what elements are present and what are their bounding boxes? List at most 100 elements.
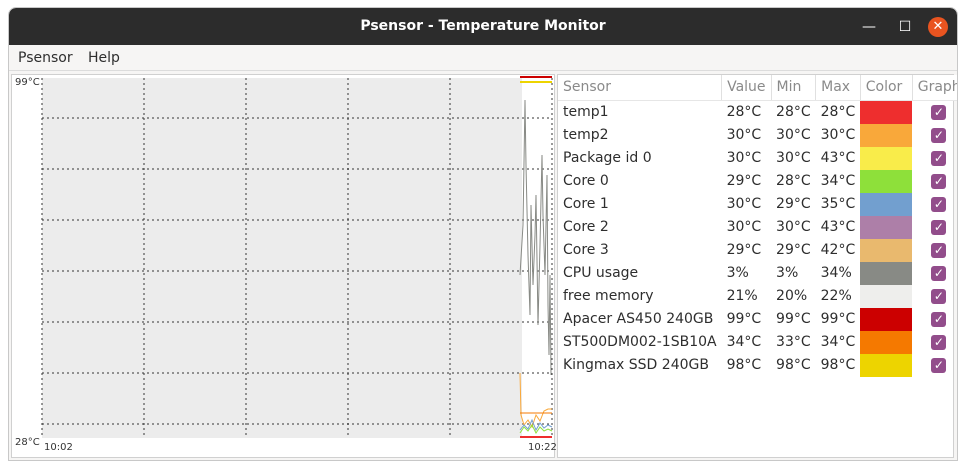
sensor-graph-cell[interactable]: ✓ — [912, 124, 957, 147]
x-axis-end-label: 10:22 — [528, 442, 557, 453]
sensor-color-cell[interactable] — [860, 284, 913, 308]
graph-checkbox[interactable]: ✓ — [931, 357, 947, 373]
sensor-row[interactable]: ST500DM002-1SB10A 34°C 33°C 34°C ✓ — [558, 330, 957, 354]
sensor-graph-cell[interactable]: ✓ — [912, 285, 957, 308]
sensor-color-cell[interactable] — [860, 100, 913, 124]
header-min[interactable]: Min — [771, 75, 817, 101]
sensor-name: Core 2 — [563, 219, 609, 235]
sensor-row[interactable]: Apacer AS450 240GB 99°C 99°C 99°C ✓ — [558, 307, 957, 331]
sensor-value: 30°C — [726, 219, 762, 235]
sensor-graph-cell[interactable]: ✓ — [912, 147, 957, 170]
graph-checkbox[interactable]: ✓ — [931, 334, 947, 350]
sensor-max: 34°C — [820, 173, 856, 189]
sensor-row[interactable]: Core 0 29°C 28°C 34°C ✓ — [558, 169, 957, 193]
sensor-max: 43°C — [820, 150, 856, 166]
sensor-min: 30°C — [776, 127, 811, 143]
sensor-value: 99°C — [726, 311, 762, 327]
sensor-graph-cell[interactable]: ✓ — [912, 308, 957, 331]
color-swatch[interactable] — [860, 238, 913, 262]
color-swatch[interactable] — [860, 330, 913, 354]
sensor-graph-cell[interactable]: ✓ — [912, 216, 957, 239]
sensor-value: 30°C — [726, 150, 762, 166]
graph-checkbox[interactable]: ✓ — [931, 311, 947, 327]
sensor-max: 22% — [820, 288, 852, 304]
sensor-row[interactable]: temp1 28°C 28°C 28°C ✓ — [558, 100, 957, 124]
graph-checkbox[interactable]: ✓ — [931, 127, 947, 143]
graph-checkbox[interactable]: ✓ — [931, 219, 947, 235]
cpu-usage-series-line — [519, 99, 552, 376]
graph-checkbox[interactable]: ✓ — [931, 173, 947, 189]
sensor-color-cell[interactable] — [860, 307, 913, 331]
sensor-color-cell[interactable] — [860, 330, 913, 354]
menu-bar: Psensor Help — [9, 45, 957, 71]
graph-checkbox[interactable]: ✓ — [931, 104, 947, 120]
sensor-max: 28°C — [820, 104, 856, 120]
header-sensor[interactable]: Sensor — [558, 75, 723, 101]
sensor-row[interactable]: Core 3 29°C 29°C 42°C ✓ — [558, 238, 957, 262]
color-swatch[interactable] — [860, 100, 913, 124]
sensor-color-cell[interactable] — [860, 261, 913, 285]
header-value[interactable]: Value — [721, 75, 772, 101]
sensor-min: 3% — [776, 265, 799, 281]
color-swatch[interactable] — [860, 261, 913, 285]
sensor-min: 28°C — [776, 104, 811, 120]
graph-checkbox[interactable]: ✓ — [931, 196, 947, 212]
color-swatch[interactable] — [860, 169, 913, 193]
maximize-button[interactable]: ☐ — [895, 17, 915, 37]
sensor-table-panel: Sensor Value Min Max Color Graph temp1 28… — [557, 74, 957, 458]
sensor-row[interactable]: Core 1 30°C 29°C 35°C ✓ — [558, 192, 957, 216]
graph-checkbox[interactable]: ✓ — [931, 150, 947, 166]
sensor-color-cell[interactable] — [860, 353, 913, 377]
sensor-value: 29°C — [726, 242, 762, 258]
minimize-button[interactable]: — — [859, 17, 879, 37]
sensor-graph-cell[interactable]: ✓ — [912, 100, 957, 124]
graph-checkbox[interactable]: ✓ — [931, 265, 947, 281]
close-button[interactable]: ✕ — [928, 17, 948, 37]
color-swatch[interactable] — [860, 192, 913, 216]
color-swatch[interactable] — [860, 284, 913, 308]
sensor-value: 29°C — [726, 173, 762, 189]
sensor-graph-cell[interactable]: ✓ — [912, 262, 957, 285]
sensor-graph-cell[interactable]: ✓ — [912, 170, 957, 193]
sensor-color-cell[interactable] — [860, 123, 913, 147]
sensor-max: 30°C — [820, 127, 856, 143]
header-max[interactable]: Max — [815, 75, 861, 101]
graph-checkbox[interactable]: ✓ — [931, 242, 947, 258]
graph-canvas — [41, 76, 553, 438]
sensor-row[interactable]: free memory 21% 20% 22% ✓ — [558, 284, 957, 308]
header-color[interactable]: Color — [860, 75, 913, 101]
sensor-color-cell[interactable] — [860, 238, 913, 262]
menu-psensor[interactable]: Psensor — [18, 50, 73, 66]
sensor-max: 42°C — [820, 242, 856, 258]
color-swatch[interactable] — [860, 353, 913, 377]
header-graph[interactable]: Graph — [912, 75, 957, 101]
sensor-color-cell[interactable] — [860, 146, 913, 170]
sensor-name: Core 1 — [563, 196, 609, 212]
color-swatch[interactable] — [860, 215, 913, 239]
sensor-name: ST500DM002-1SB10A — [563, 334, 717, 350]
sensor-graph-cell[interactable]: ✓ — [912, 354, 957, 377]
sensor-graph-cell[interactable]: ✓ — [912, 331, 957, 354]
menu-help[interactable]: Help — [88, 50, 120, 66]
sensor-min: 29°C — [776, 242, 811, 258]
color-swatch[interactable] — [860, 123, 913, 147]
psensor-window: Psensor - Temperature Monitor — ☐ ✕ Psen… — [8, 7, 958, 461]
sensor-max: 34°C — [820, 334, 856, 350]
sensor-min: 99°C — [776, 311, 811, 327]
sensor-row[interactable]: Package id 0 30°C 30°C 43°C ✓ — [558, 146, 957, 170]
sensor-graph-cell[interactable]: ✓ — [912, 239, 957, 262]
sensor-min: 28°C — [776, 173, 811, 189]
graph-checkbox[interactable]: ✓ — [931, 288, 947, 304]
sensor-row[interactable]: temp2 30°C 30°C 30°C ✓ — [558, 123, 957, 147]
color-swatch[interactable] — [860, 307, 913, 331]
sensor-row[interactable]: Core 2 30°C 30°C 43°C ✓ — [558, 215, 957, 239]
sensor-row[interactable]: CPU usage 3% 3% 34% ✓ — [558, 261, 957, 285]
title-bar[interactable]: Psensor - Temperature Monitor — ☐ ✕ — [9, 8, 957, 45]
sensor-color-cell[interactable] — [860, 192, 913, 216]
color-swatch[interactable] — [860, 146, 913, 170]
sensor-color-cell[interactable] — [860, 169, 913, 193]
sensor-color-cell[interactable] — [860, 215, 913, 239]
sensor-name: Package id 0 — [563, 150, 652, 166]
sensor-row[interactable]: Kingmax SSD 240GB 98°C 98°C 98°C ✓ — [558, 353, 957, 377]
sensor-graph-cell[interactable]: ✓ — [912, 193, 957, 216]
